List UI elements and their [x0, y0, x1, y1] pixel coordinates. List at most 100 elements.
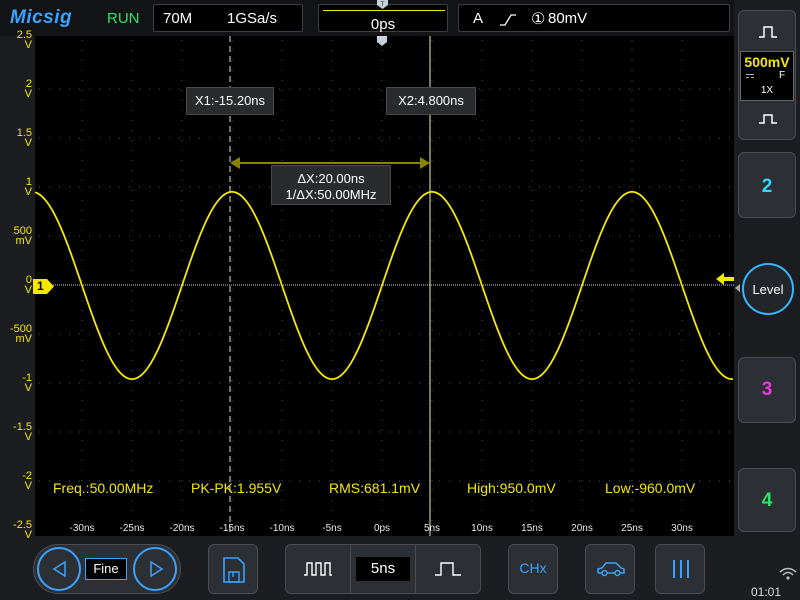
grid-dot — [281, 490, 283, 491]
grid-dot — [459, 186, 460, 188]
grid-dot — [431, 360, 433, 361]
grid-dot — [409, 186, 410, 188]
fine-toggle[interactable]: Fine — [85, 558, 127, 580]
grid-dot — [431, 220, 433, 221]
channel3-button[interactable]: 3 — [738, 357, 796, 423]
grid-dot — [81, 220, 83, 221]
step-right-button[interactable] — [133, 547, 177, 591]
grid-dot — [131, 250, 133, 251]
grid-dot — [439, 480, 440, 482]
grid-dot — [589, 431, 590, 433]
center-axis-tick — [399, 284, 400, 286]
channel1-scale-panel[interactable]: 500mV F 1X — [738, 10, 796, 140]
timebase-increase-button[interactable] — [416, 545, 480, 593]
center-axis-tick — [163, 284, 164, 286]
grid-dot — [481, 120, 483, 121]
grid-dot — [181, 90, 183, 91]
grid-dot — [239, 333, 240, 335]
grid-dot — [69, 431, 70, 433]
grid-dot — [329, 382, 330, 384]
center-axis-tick — [617, 284, 618, 286]
grid-dot — [659, 382, 660, 384]
grid-dot — [529, 431, 530, 433]
scale-up-icon[interactable] — [758, 25, 778, 39]
grid-dot — [631, 290, 633, 291]
center-axis-tick — [251, 284, 252, 286]
channel2-label: 2 — [761, 176, 773, 197]
center-axis-tick — [545, 284, 546, 286]
trigger-level-knob[interactable]: Level — [742, 263, 794, 315]
grid-dot — [231, 350, 233, 351]
grid-dot — [699, 235, 700, 237]
grid-dot — [389, 333, 390, 335]
grid-dot — [729, 333, 730, 335]
trigger-time-marker-icon[interactable] — [377, 36, 387, 46]
waveform-display[interactable] — [35, 36, 734, 536]
grid-dot — [319, 431, 320, 433]
grid-dot — [81, 300, 83, 301]
measurement-low[interactable]: Low:-960.0mV — [605, 480, 695, 496]
grid-dot — [699, 480, 700, 482]
center-axis-tick — [687, 284, 688, 286]
y-axis-unit: V — [24, 431, 32, 443]
run-state-indicator[interactable]: RUN — [107, 10, 140, 27]
channel2-button[interactable]: 2 — [738, 152, 796, 218]
inverse-delta-x-value: 1/ΔX:50.00MHz — [285, 187, 377, 202]
trigger-settings[interactable]: A ① 80mV — [458, 4, 730, 32]
grid-dot — [581, 280, 583, 281]
grid-dot — [581, 410, 583, 411]
timebase-decrease-button[interactable] — [286, 545, 350, 593]
grid-dot — [131, 50, 133, 51]
measurement-high[interactable]: High:950.0mV — [467, 480, 556, 496]
grid-dot — [181, 230, 183, 231]
channel4-label: 4 — [761, 490, 773, 511]
step-left-button[interactable] — [37, 547, 81, 591]
grid-dot — [169, 235, 170, 237]
timebase-control[interactable]: 5ns — [285, 544, 481, 594]
grid-dot — [719, 235, 720, 237]
grid-dot — [581, 420, 583, 421]
grid-dot — [381, 300, 383, 301]
grid-dot — [59, 333, 60, 335]
y-axis-label: -1.5 V — [2, 422, 32, 443]
scale-down-icon[interactable] — [758, 111, 778, 125]
grid-dot — [181, 200, 183, 201]
trigger-level-arrow-icon[interactable] — [716, 272, 734, 286]
center-axis-tick — [233, 284, 234, 286]
center-axis-tick — [415, 284, 416, 286]
grid-dot — [181, 440, 183, 441]
grid-dot — [309, 333, 310, 335]
channel1-scale-box[interactable]: 500mV F 1X — [740, 51, 794, 101]
auto-set-button[interactable] — [585, 544, 635, 594]
grid-dot — [231, 80, 233, 81]
measurement-frequency[interactable]: Freq.:50.00MHz — [53, 480, 153, 496]
grid-dot — [539, 382, 540, 384]
grid-dot — [481, 50, 483, 51]
center-axis-tick — [505, 284, 506, 286]
measurement-rms[interactable]: RMS:681.1mV — [329, 480, 420, 496]
acquisition-info[interactable]: 70M 1GSa/s — [153, 4, 303, 32]
grid-dot — [449, 480, 450, 482]
center-axis-tick — [287, 284, 288, 286]
center-axis-tick — [261, 284, 262, 286]
grid-dot — [139, 235, 140, 237]
grid-dot — [581, 520, 583, 521]
grid-dot — [279, 431, 280, 433]
channel-select-button[interactable]: CHx — [508, 544, 558, 594]
grid-dot — [129, 186, 130, 188]
menu-button[interactable] — [655, 544, 705, 594]
channel4-button[interactable]: 4 — [738, 468, 796, 532]
trigger-position-value: 0ps — [370, 16, 396, 33]
measurement-pkpk[interactable]: PK-PK:1.955V — [191, 480, 281, 496]
save-button[interactable] — [208, 544, 258, 594]
center-axis-tick — [99, 284, 100, 286]
grid-dot — [481, 320, 483, 321]
grid-dot — [269, 235, 270, 237]
grid-dot — [681, 290, 683, 291]
grid-dot — [89, 137, 90, 139]
grid-dot — [239, 137, 240, 139]
center-axis-tick — [707, 284, 708, 286]
fine-adjust-control[interactable]: Fine — [33, 544, 181, 594]
grid-dot — [531, 180, 533, 181]
grid-dot — [531, 160, 533, 161]
